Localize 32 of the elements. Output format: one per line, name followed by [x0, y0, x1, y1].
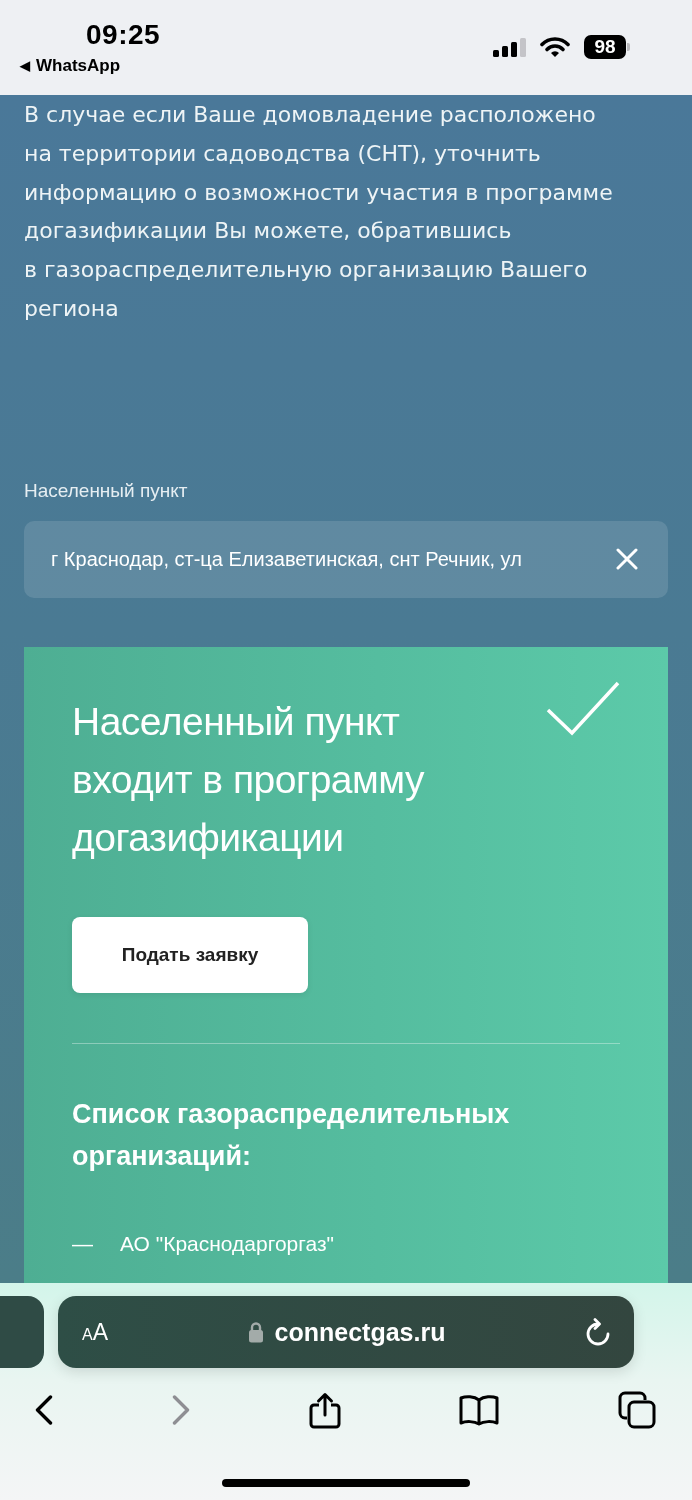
list-dash: — — [72, 1230, 94, 1257]
battery-indicator: 98 — [584, 35, 630, 59]
signal-icon — [493, 37, 526, 57]
status-time: 09:25 — [86, 18, 161, 52]
reload-button[interactable] — [585, 1318, 611, 1346]
chevron-right-icon — [171, 1395, 190, 1425]
back-to-app-link[interactable]: ◀ WhatsApp — [20, 55, 121, 77]
wifi-icon — [540, 36, 570, 58]
tabs-icon — [618, 1391, 656, 1429]
card-title: Населенный пункт входит в программу догазификации — [72, 698, 426, 861]
adjacent-tab-bar[interactable] — [0, 1296, 44, 1368]
locality-field[interactable]: г Краснодар, ст-ца Елизаветинская, снт Речник, ул — [24, 520, 668, 598]
close-icon — [616, 548, 638, 571]
intro-paragraph: В случае если Ваше домовладение расположено на территории садоводства (СНТ), уточнить информацию о возможности участия в программе догазификации Вы можете, обратившись в газораспределительную организацию Вашего региона — [24, 101, 614, 323]
address-bar[interactable]: AA connectgas.ru — [58, 1296, 634, 1368]
text-size-button[interactable]: AA — [82, 1318, 108, 1346]
field-label: Населенный пункт — [24, 478, 189, 503]
bookmarks-button[interactable] — [459, 1394, 500, 1426]
organization-name: АО "Краснодаргоргаз" — [120, 1230, 334, 1257]
back-button[interactable] — [35, 1395, 53, 1425]
checkmark-icon — [546, 679, 620, 736]
reload-icon — [585, 1318, 611, 1346]
url-text: connectgas.ru — [274, 1317, 446, 1347]
apply-button[interactable]: Подать заявку — [72, 916, 308, 993]
list-heading: Список газораспределительных организаций: — [72, 1097, 511, 1173]
share-button[interactable] — [308, 1391, 341, 1429]
share-icon — [308, 1391, 341, 1429]
chevron-left-icon — [35, 1395, 53, 1425]
book-icon — [459, 1394, 500, 1426]
tabs-button[interactable] — [618, 1391, 656, 1429]
clear-button[interactable] — [616, 548, 638, 571]
lock-icon — [247, 1321, 264, 1343]
